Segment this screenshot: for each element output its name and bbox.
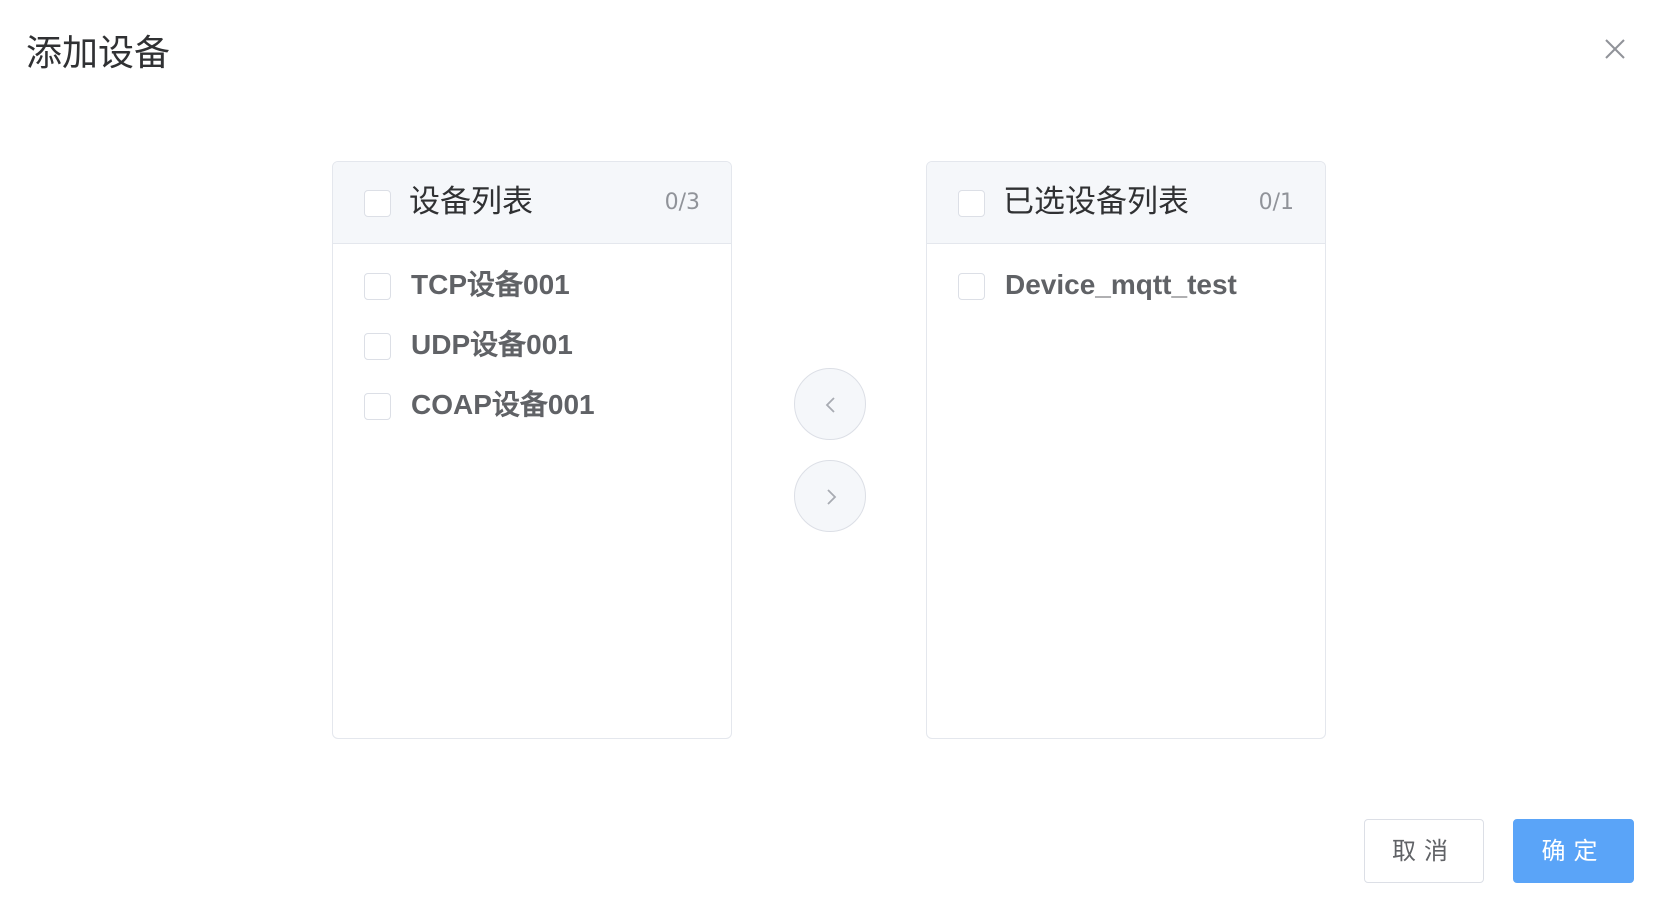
item-checkbox[interactable]	[958, 273, 985, 300]
source-panel-count: 0/3	[664, 190, 700, 215]
move-to-right-button[interactable]	[794, 460, 866, 532]
source-list: TCP设备001 UDP设备001 COAP设备001	[333, 244, 731, 450]
target-panel-title: 已选设备列表	[1003, 184, 1189, 220]
target-select-all-checkbox[interactable]	[958, 190, 985, 217]
list-item[interactable]: TCP设备001	[333, 269, 731, 330]
add-device-dialog: 添加设备 设备列表 0/3 TCP设备001 UDP设备001 COAP设备00…	[0, 0, 1660, 918]
item-label: TCP设备001	[411, 269, 570, 300]
dialog-title: 添加设备	[26, 33, 171, 74]
chevron-right-icon	[827, 489, 837, 505]
item-checkbox[interactable]	[364, 333, 391, 360]
source-panel-header: 设备列表 0/3	[333, 162, 731, 244]
item-label: UDP设备001	[411, 329, 573, 360]
close-icon	[1605, 39, 1625, 59]
list-item[interactable]: UDP设备001	[333, 329, 731, 390]
target-panel-header: 已选设备列表 0/1	[927, 162, 1325, 244]
source-select-all-checkbox[interactable]	[364, 190, 391, 217]
confirm-button[interactable]: 确定	[1513, 819, 1634, 883]
item-checkbox[interactable]	[364, 273, 391, 300]
item-checkbox[interactable]	[364, 393, 391, 420]
list-item[interactable]: Device_mqtt_test	[927, 269, 1325, 330]
target-list: Device_mqtt_test	[927, 244, 1325, 330]
item-label: Device_mqtt_test	[1005, 269, 1237, 300]
close-button[interactable]	[1600, 34, 1630, 64]
source-panel-title: 设备列表	[409, 184, 533, 220]
chevron-left-icon	[825, 397, 835, 413]
item-label: COAP设备001	[411, 389, 595, 420]
target-panel: 已选设备列表 0/1 Device_mqtt_test	[926, 161, 1326, 739]
source-panel: 设备列表 0/3 TCP设备001 UDP设备001 COAP设备001	[332, 161, 732, 739]
target-panel-count: 0/1	[1258, 190, 1294, 215]
move-to-left-button[interactable]	[794, 368, 866, 440]
cancel-button[interactable]: 取消	[1364, 819, 1484, 883]
list-item[interactable]: COAP设备001	[333, 389, 731, 450]
